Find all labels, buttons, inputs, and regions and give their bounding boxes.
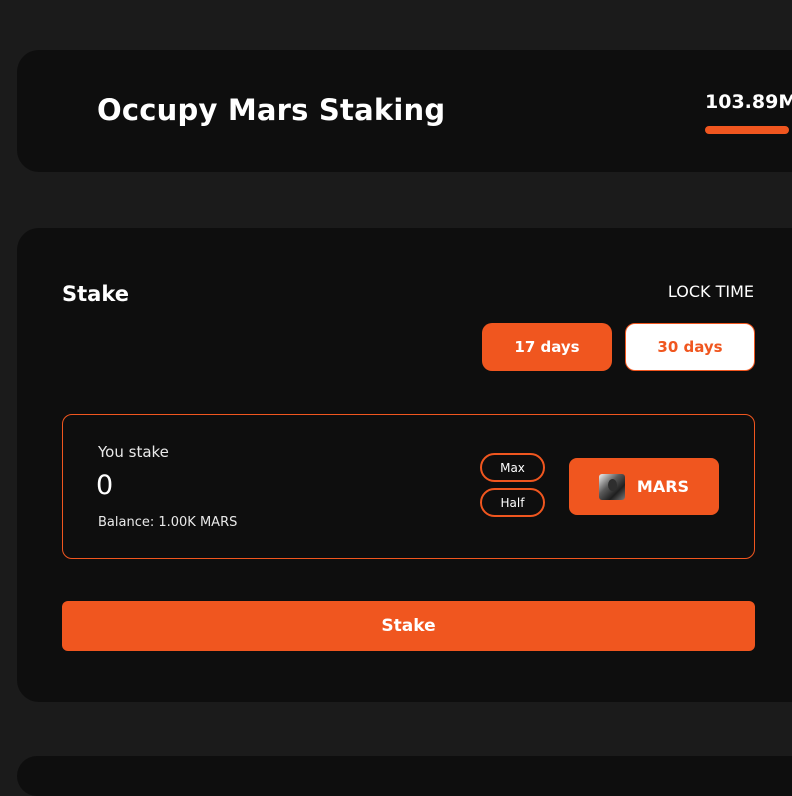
total-staked-bar <box>705 126 789 134</box>
header-card: Occupy Mars Staking 103.89M <box>17 50 792 172</box>
next-card <box>17 756 792 796</box>
lock-option-17-days[interactable]: 17 days <box>482 323 612 371</box>
stake-submit-button[interactable]: Stake <box>62 601 755 651</box>
max-button[interactable]: Max <box>480 453 545 482</box>
total-staked-value: 103.89M <box>705 91 792 113</box>
token-select-button[interactable]: MARS <box>569 458 719 515</box>
stake-card: Stake LOCK TIME 17 days 30 days You stak… <box>17 228 792 702</box>
lock-time-label: LOCK TIME <box>667 282 754 301</box>
half-button[interactable]: Half <box>480 488 545 517</box>
page-title: Occupy Mars Staking <box>97 93 446 127</box>
stake-section-title: Stake <box>62 282 129 306</box>
lock-option-30-days[interactable]: 30 days <box>625 323 755 371</box>
mars-token-icon <box>598 473 625 500</box>
stake-amount-input[interactable] <box>96 470 296 501</box>
balance-text: Balance: 1.00K MARS <box>98 515 238 530</box>
token-symbol: MARS <box>636 477 690 496</box>
you-stake-label: You stake <box>98 443 169 461</box>
stake-input-box: You stake Balance: 1.00K MARS Max Half M… <box>62 414 755 559</box>
